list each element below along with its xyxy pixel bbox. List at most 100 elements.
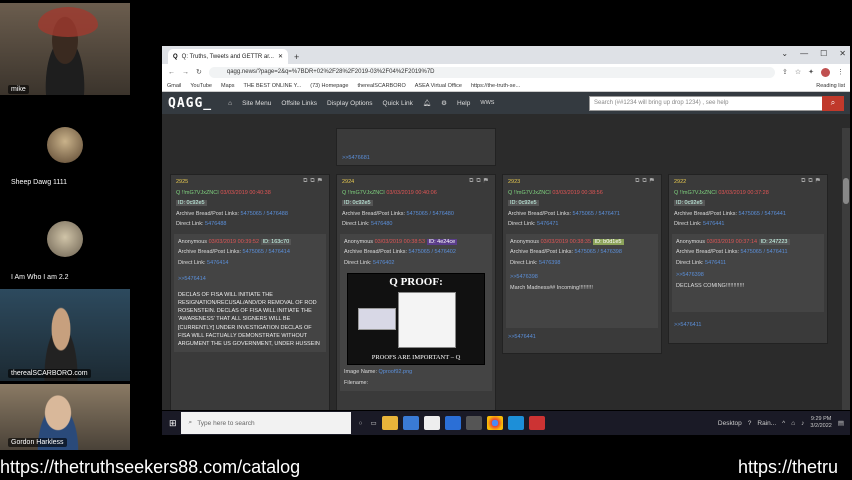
close-tab-icon[interactable]: ✕ — [278, 53, 283, 60]
star-icon[interactable]: ☆ — [795, 68, 801, 76]
q-proof-image[interactable]: Q PROOF: PROOFS ARE IMPORTANT – Q — [347, 273, 485, 365]
bookmark-asea[interactable]: ASEA Virtual Office — [415, 83, 462, 89]
reply-link[interactable]: >>5476681 — [342, 153, 490, 164]
app-icon-2[interactable] — [528, 416, 545, 430]
quote-link[interactable]: >>5476414 — [178, 274, 322, 285]
post-number[interactable]: 2925 — [176, 177, 324, 188]
reply-direct-link[interactable]: 5476411 — [705, 260, 726, 266]
reply-direct-link[interactable]: 5476398 — [539, 260, 560, 266]
archive-label: Archive Bread/Post Links: — [508, 210, 571, 217]
help-link[interactable]: Help — [457, 100, 470, 107]
share-icon[interactable]: ⇪ — [782, 68, 788, 76]
post-number[interactable]: 2923 — [508, 177, 656, 188]
desktop-label[interactable]: Desktop — [718, 420, 742, 427]
archive-links[interactable]: 5475065 / 5476480 — [407, 211, 454, 217]
site-logo[interactable]: QAGG_ — [168, 96, 212, 111]
close-window-icon[interactable]: ✕ — [839, 49, 846, 58]
filename-label: Filename: — [344, 379, 369, 386]
direct-link[interactable]: 5476441 — [703, 221, 724, 227]
post-number[interactable]: 2922 — [674, 177, 822, 188]
tab-search-icon[interactable]: ⌄ — [781, 49, 788, 58]
footer-link[interactable]: >>5476441 — [508, 332, 656, 343]
reload-icon[interactable]: ↻ — [196, 68, 202, 76]
post-number[interactable]: 2924 — [342, 177, 490, 188]
file-explorer-icon[interactable] — [381, 416, 398, 430]
participant-tile-sheep-dawg[interactable]: Sheep Dawg 1111 — [0, 97, 130, 191]
post-action-icons[interactable]: ⧉⧉⚑ — [469, 178, 491, 185]
volume-icon[interactable]: ♪ — [801, 420, 804, 427]
participant-tile-gordon[interactable]: Gordon Harkless — [0, 384, 130, 450]
weather-label[interactable]: Rain... — [757, 420, 776, 427]
participant-tile-therealscarboro[interactable]: therealSCARBORO.com — [0, 289, 130, 381]
direct-link[interactable]: 5476488 — [205, 221, 226, 227]
menu-display-options[interactable]: Display Options — [327, 100, 373, 107]
help-icon[interactable]: ? — [748, 420, 752, 427]
home-icon[interactable]: ⌂ — [228, 100, 232, 107]
store-icon[interactable] — [402, 416, 419, 430]
direct-link[interactable]: 5476471 — [537, 221, 558, 227]
quote-link[interactable]: >>5476398 — [676, 270, 820, 281]
minimize-icon[interactable]: — — [800, 49, 808, 58]
menu-site[interactable]: Site Menu — [242, 100, 271, 107]
maximize-icon[interactable]: ☐ — [820, 49, 827, 58]
menu-offsite-links[interactable]: Offsite Links — [281, 100, 317, 107]
reply-archive-links[interactable]: 5475065 / 5476398 — [575, 249, 622, 255]
network-icon[interactable]: ⌂ — [791, 420, 795, 427]
page-scrollbar[interactable] — [842, 128, 850, 410]
bookmark-therealscarboro[interactable]: therealSCARBORO — [357, 83, 405, 89]
menu-icon[interactable]: ⋮ — [837, 68, 844, 76]
task-view-icon[interactable]: ▭ — [370, 419, 376, 427]
bookmark-maps[interactable]: Maps — [221, 83, 234, 89]
gear-icon[interactable]: ⚙ — [441, 99, 447, 107]
url-input[interactable]: qagg.news/?page=2&q=%7BDR+02%2F28%2F2019… — [208, 66, 775, 78]
archive-links[interactable]: 5475065 / 5476441 — [739, 211, 786, 217]
dropbox-icon[interactable] — [444, 416, 461, 430]
profile-avatar[interactable] — [821, 67, 830, 77]
edge-icon[interactable] — [507, 416, 524, 430]
amazon-icon[interactable] — [423, 416, 440, 430]
post-action-icons[interactable]: ⧉⧉⚑ — [303, 178, 325, 185]
image-name[interactable]: Qproof92.png — [379, 369, 413, 375]
bookmark-youtube[interactable]: YouTube — [190, 83, 212, 89]
extensions-icon[interactable]: ✦ — [808, 68, 814, 76]
site-search-input[interactable]: Search (##1234 will bring up drop 1234) … — [589, 95, 844, 111]
post-id: ID: 0c92e5 — [342, 200, 373, 206]
notifications-icon[interactable]: ▤ — [838, 419, 844, 427]
browser-tab[interactable]: Q Q: Truths, Tweets and GETTR ar... ✕ — [168, 49, 288, 64]
cortana-icon[interactable]: ○ — [359, 420, 363, 427]
direct-link[interactable]: 5476480 — [371, 221, 392, 227]
archive-links[interactable]: 5475065 / 5476471 — [573, 211, 620, 217]
taskbar-search-input[interactable]: ⌕ Type here to search — [180, 412, 351, 434]
participant-tile-mike[interactable]: mike — [0, 3, 130, 95]
tray-chevron-icon[interactable]: ^ — [782, 420, 785, 427]
reply-archive-links[interactable]: 5475065 / 5476414 — [243, 249, 290, 255]
reply-direct-link[interactable]: 5476414 — [207, 260, 228, 266]
app-icon[interactable] — [465, 416, 482, 430]
participant-name: Gordon Harkless — [8, 438, 67, 447]
wws-label[interactable]: WWS — [480, 100, 494, 106]
quote-link[interactable]: >>5476398 — [510, 272, 654, 283]
bookmark-gmail[interactable]: Gmail — [167, 83, 181, 89]
scrollbar-thumb[interactable] — [843, 178, 849, 204]
reply-archive-links[interactable]: 5475065 / 5476411 — [741, 249, 788, 255]
search-icon[interactable]: ⌕ — [822, 95, 844, 111]
bell-icon[interactable]: 🔔︎ — [423, 99, 431, 107]
participant-tile-i-am-who[interactable]: I Am Who I am 2.2 — [0, 193, 130, 285]
archive-links[interactable]: 5475065 / 5476488 — [241, 211, 288, 217]
post-action-icons[interactable]: ⧉⧉⚑ — [635, 178, 657, 185]
post-action-icons[interactable]: ⧉⧉⚑ — [801, 178, 823, 185]
forward-icon[interactable]: → — [182, 69, 189, 76]
reply-archive-links[interactable]: 5475065 / 5476402 — [409, 249, 456, 255]
bookmark-truth-seekers[interactable]: https://the-truth-se... — [471, 83, 520, 89]
chrome-icon[interactable] — [486, 416, 503, 430]
footer-link[interactable]: >>5476411 — [674, 320, 822, 331]
new-tab-icon[interactable]: + — [294, 52, 299, 62]
clock[interactable]: 9:29 PM 3/2/2022 — [810, 416, 831, 430]
reading-list[interactable]: Reading list — [816, 83, 845, 89]
bookmark-best-online[interactable]: THE BEST ONLINE Y... — [243, 83, 301, 89]
reply-direct-link[interactable]: 5476402 — [373, 260, 394, 266]
windows-start-icon[interactable]: ⊞ — [169, 418, 177, 429]
menu-quick-link[interactable]: Quick Link — [383, 100, 413, 107]
bookmark-homepage[interactable]: (73) Homepage — [310, 83, 348, 89]
back-icon[interactable]: ← — [168, 69, 175, 76]
